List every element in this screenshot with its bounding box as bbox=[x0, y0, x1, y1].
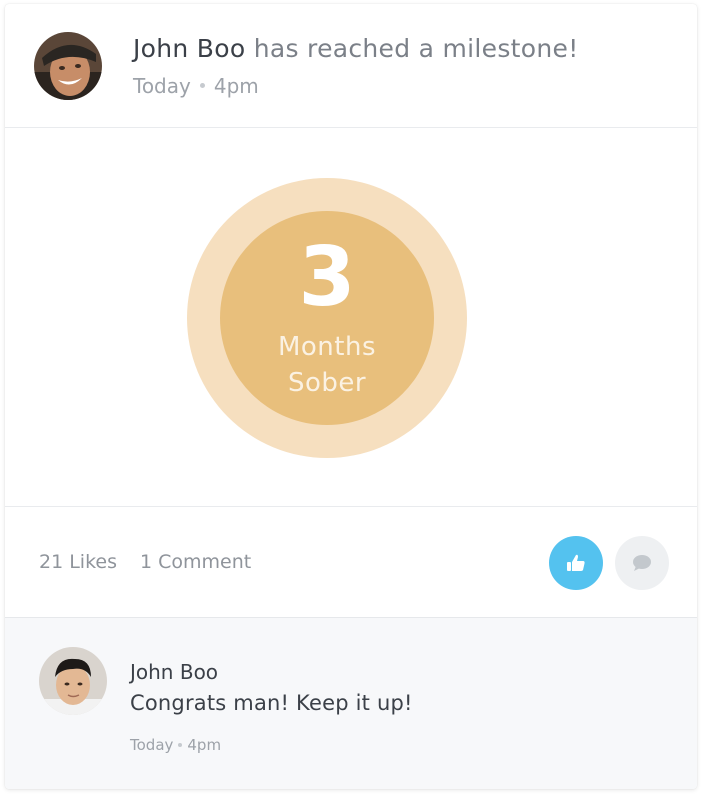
post-headline-text: has reached a milestone! bbox=[253, 34, 579, 63]
post-header: John Boo has reached a milestone! Today 4… bbox=[5, 4, 697, 128]
comment-button[interactable] bbox=[615, 536, 669, 590]
comment-meta: Today 4pm bbox=[130, 736, 221, 754]
milestone-unit: Months bbox=[277, 332, 377, 362]
comment-day: Today bbox=[130, 736, 174, 754]
post-author-name[interactable]: John Boo bbox=[133, 34, 245, 63]
post-headline: John Boo has reached a milestone! bbox=[133, 34, 579, 63]
separator-dot-icon bbox=[178, 742, 183, 747]
comment-author-name[interactable]: John Boo bbox=[130, 660, 218, 684]
separator-dot-icon bbox=[199, 83, 205, 88]
post-meta: Today 4pm bbox=[133, 74, 259, 98]
milestone-label: Sober bbox=[287, 368, 367, 398]
milestone-number: 3 bbox=[298, 230, 356, 325]
post-day: Today bbox=[133, 74, 191, 98]
commenter-avatar-image bbox=[39, 647, 107, 715]
likes-count[interactable]: 21 Likes bbox=[39, 551, 117, 573]
milestone-post-card: John Boo has reached a milestone! Today 4… bbox=[5, 4, 697, 789]
thumbs-up-icon bbox=[567, 554, 585, 571]
post-stats-bar: 21 Likes 1 Comment bbox=[5, 507, 697, 618]
poster-avatar-image bbox=[34, 32, 102, 100]
milestone-badge-area: 3 Months Sober bbox=[5, 128, 697, 507]
commenter-avatar[interactable] bbox=[39, 647, 107, 715]
comments-section: John Boo Congrats man! Keep it up! Today… bbox=[5, 618, 697, 789]
milestone-inner-circle: 3 Months Sober bbox=[220, 211, 434, 425]
comment-text: Congrats man! Keep it up! bbox=[130, 691, 413, 715]
post-time: 4pm bbox=[213, 74, 259, 98]
comment-time: 4pm bbox=[187, 736, 222, 754]
poster-avatar[interactable] bbox=[34, 32, 102, 100]
like-button[interactable] bbox=[549, 536, 603, 590]
comments-count[interactable]: 1 Comment bbox=[140, 551, 251, 573]
speech-bubble-icon bbox=[633, 555, 651, 571]
